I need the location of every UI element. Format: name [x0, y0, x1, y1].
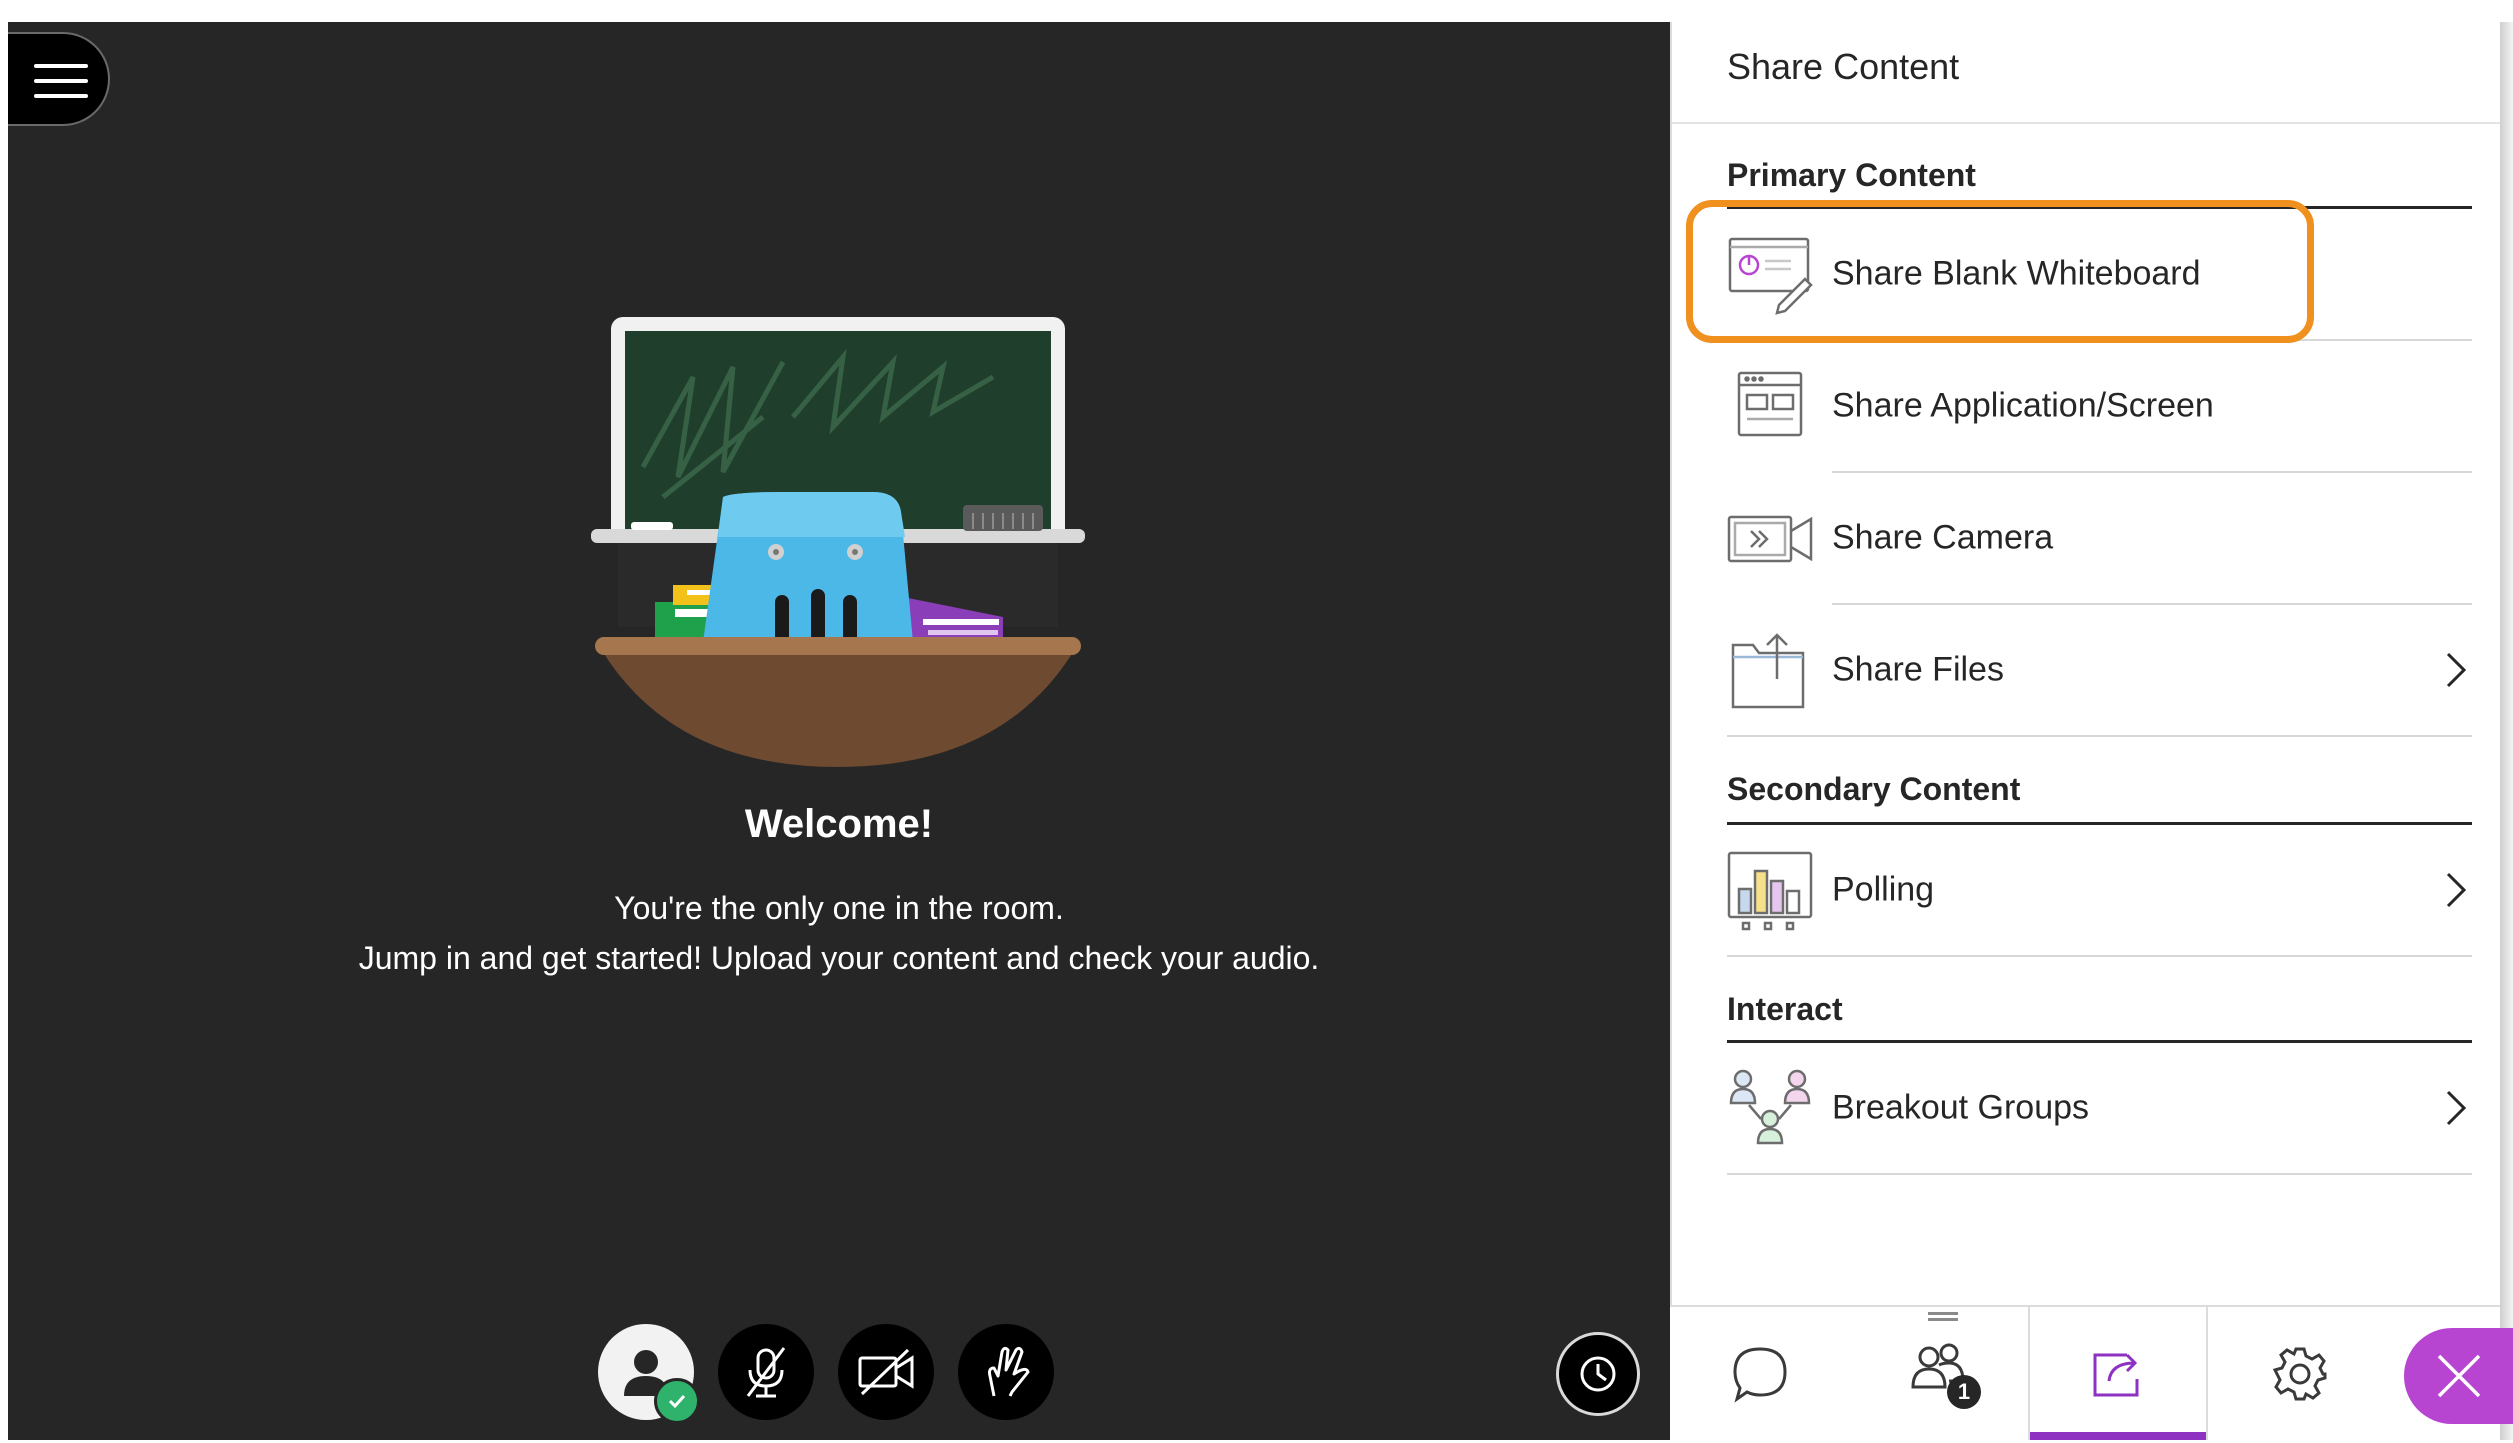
attendees-icon-wrap: 1	[1905, 1339, 1981, 1409]
camera-share-icon	[1727, 515, 1813, 563]
online-check-icon	[654, 1378, 700, 1424]
share-camera-item[interactable]: Share Camera	[1727, 473, 2472, 603]
section-primary-content: Primary Content	[1727, 157, 1976, 193]
polling-icon	[1727, 851, 1813, 931]
welcome-title: Welcome!	[744, 802, 934, 846]
close-panel-button[interactable]	[2404, 1328, 2513, 1424]
timer-icon	[1580, 1356, 1616, 1392]
raise-hand-icon	[988, 1346, 1030, 1397]
session-timer-button[interactable]	[1556, 1332, 1640, 1416]
panel-tab-bar: 1	[1670, 1305, 2500, 1440]
screen-share-icon	[1737, 371, 1803, 437]
file-share-icon	[1731, 633, 1805, 709]
attendee-count-badge: 1	[1947, 1374, 1981, 1409]
chevron-right-icon	[2446, 1090, 2467, 1126]
main-stage: Welcome! You're the only one in the room…	[8, 22, 1670, 1440]
microphone-muted-icon	[746, 1347, 786, 1398]
divider	[1727, 735, 2472, 737]
breakout-groups-icon	[1729, 1069, 1811, 1145]
panel-title: Share Content	[1727, 46, 1960, 87]
share-files-item[interactable]: Share Files	[1727, 605, 2472, 735]
menu-button[interactable]	[8, 32, 110, 126]
tab-settings[interactable]	[2210, 1307, 2390, 1440]
tab-chat[interactable]	[1670, 1307, 1850, 1440]
tab-attendees[interactable]: 1	[1850, 1307, 2030, 1440]
chat-icon	[1733, 1346, 1787, 1403]
share-application-screen-label: Share Application/Screen	[1832, 386, 2214, 425]
share-application-screen-item[interactable]: Share Application/Screen	[1727, 341, 2472, 471]
polling-label: Polling	[1832, 870, 1935, 909]
camera-button[interactable]	[838, 1324, 934, 1420]
menu-icon-bar	[34, 64, 88, 68]
settings-icon	[2272, 1347, 2327, 1400]
divider	[1727, 1173, 2472, 1175]
divider	[1727, 955, 2472, 957]
camera-off-icon	[858, 1348, 914, 1396]
menu-icon-bar	[34, 94, 88, 98]
welcome-message-line2: Jump in and get started! Upload your con…	[358, 940, 1320, 976]
raise-hand-button[interactable]	[958, 1324, 1054, 1420]
breakout-groups-label: Breakout Groups	[1832, 1088, 2090, 1127]
welcome-message-line1: You're the only one in the room.	[614, 890, 1064, 926]
breakout-groups-item[interactable]: Breakout Groups	[1727, 1043, 2472, 1173]
section-secondary-content: Secondary Content	[1727, 771, 2021, 807]
menu-icon-bar	[34, 79, 88, 83]
highlight-annotation	[1686, 200, 2314, 343]
microphone-button[interactable]	[718, 1324, 814, 1420]
panel-edge	[2500, 22, 2513, 1440]
classroom-illustration	[591, 317, 1085, 767]
share-content-icon	[2093, 1353, 2139, 1396]
polling-item[interactable]: Polling	[1727, 825, 2472, 955]
divider	[1672, 122, 2500, 124]
close-icon	[2437, 1354, 2481, 1398]
chevron-right-icon	[2446, 872, 2467, 908]
section-interact: Interact	[1727, 991, 1843, 1027]
share-files-label: Share Files	[1832, 650, 2004, 689]
tab-share-content[interactable]	[2028, 1307, 2208, 1440]
chevron-right-icon	[2446, 652, 2467, 688]
drag-handle[interactable]	[1928, 1312, 1958, 1326]
share-camera-label: Share Camera	[1832, 518, 2054, 557]
my-status-button[interactable]	[598, 1324, 700, 1424]
